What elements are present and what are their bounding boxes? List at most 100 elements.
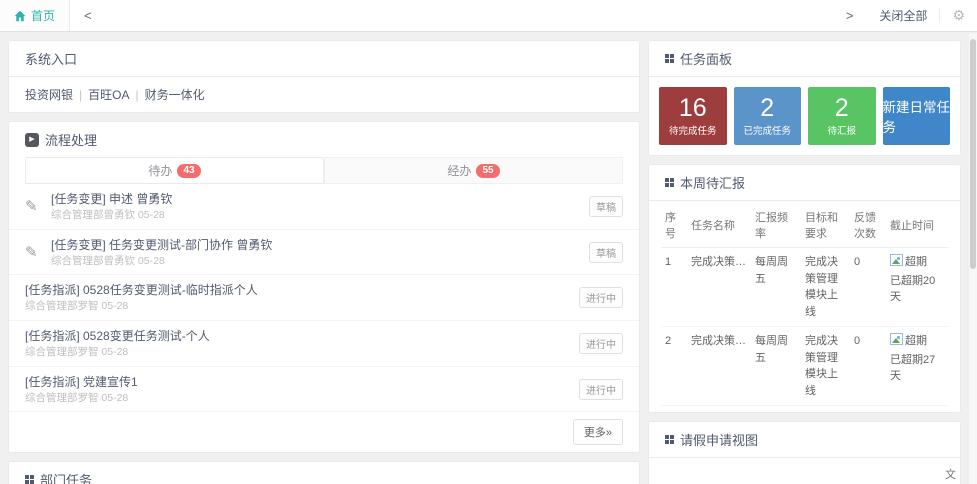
- process-item-meta: 综合管理部罗智 05-28: [25, 346, 129, 359]
- process-panel: ▶ 流程处理 待办 43 经办 55 ✎ [任务变更] 申述 曾勇钦 综合管理部…: [8, 121, 640, 454]
- tab-todo-label: 待办: [148, 164, 173, 178]
- tab-handled-label: 经办: [447, 164, 472, 178]
- process-icon: ▶: [25, 132, 39, 147]
- broken-image-icon: [890, 333, 903, 345]
- link-finance-integration[interactable]: 财务一体化: [145, 88, 205, 102]
- task-panel: 任务面板 16 待完成任务 2 已完成任务 2 待汇报 新建日常任务: [648, 40, 961, 156]
- tab-todo-badge: 43: [177, 163, 201, 178]
- cell-freq: 每周周五: [751, 247, 801, 327]
- scrollbar-thumb[interactable]: [970, 39, 976, 269]
- table-row[interactable]: 2 完成决策管理... 每周周五 完成决策管理模块上线 0 超期 已超期27天: [661, 326, 948, 406]
- scroll-tabs-right-button[interactable]: >: [832, 0, 868, 31]
- dept-tasks-header: 部门任务: [9, 462, 639, 484]
- tab-home-label: 首页: [31, 9, 56, 23]
- weekly-report-header: 本周待汇报: [649, 165, 960, 201]
- process-header: ▶ 流程处理: [9, 122, 639, 151]
- col-reason: 请假原因: [769, 460, 817, 484]
- cell-deadline: 超期 已超期20天: [886, 247, 948, 327]
- grid-icon: [25, 475, 34, 484]
- stat-box-pending[interactable]: 16 待完成任务: [659, 87, 727, 145]
- leave-view-panel: 请假申请视图 姓名 部门 请假原因 开始时间 结束时间 文件上传: [648, 421, 961, 484]
- system-entry-header: 系统入口: [9, 41, 639, 77]
- process-item-text: [任务指派] 0528任务变更测试-临时指派个人 综合管理部罗智 05-28: [25, 281, 579, 314]
- page-scrollbar[interactable]: [969, 33, 977, 484]
- leave-view-table: 姓名 部门 请假原因 开始时间 结束时间 文件上传 游晓军: [661, 460, 956, 484]
- process-list-item[interactable]: [任务指派] 0528任务变更测试-临时指派个人 综合管理部罗智 05-28 进…: [9, 275, 639, 322]
- table-row[interactable]: 1 完成决策管理... 每周周五 完成决策管理模块上线 0 超期 已超期20天: [661, 247, 948, 327]
- system-entry-title: 系统入口: [25, 52, 78, 67]
- stat-box-completed[interactable]: 2 已完成任务: [733, 87, 801, 145]
- leave-view-table-wrap: 姓名 部门 请假原因 开始时间 结束时间 文件上传 游晓军: [649, 458, 960, 484]
- cell-task: 完成决策管理...: [687, 326, 751, 406]
- home-icon: [14, 10, 26, 21]
- stat-pending-value: 16: [678, 93, 707, 122]
- weekly-report-table: 序号 任务名称 汇报频率 目标和要求 反馈次数 截止时间 1 完成决策管 每周周…: [661, 203, 948, 406]
- task-panel-title: 任务面板: [680, 52, 733, 67]
- more-button[interactable]: 更多»: [572, 419, 623, 446]
- process-item-status-button[interactable]: 进行中: [579, 378, 623, 400]
- col-goal: 目标和要求: [801, 203, 850, 248]
- leave-view-header: 请假申请视图: [649, 422, 960, 458]
- system-entry-panel: 系统入口 投资网银 | 百旺OA | 财务一体化: [8, 40, 640, 113]
- process-tabs: 待办 43 经办 55: [9, 157, 639, 184]
- process-list-item[interactable]: ✎ [任务变更] 任务变更测试-部门协作 曾勇钦 综合管理部曾勇钦 05-28 …: [9, 230, 639, 276]
- process-list-item[interactable]: [任务指派] 0528变更任务测试-个人 综合管理部罗智 05-28 进行中: [9, 321, 639, 367]
- overdue-cell: 超期 已超期27天: [890, 333, 944, 385]
- tab-home[interactable]: 首页: [0, 0, 71, 31]
- col-dept: 部门: [709, 460, 769, 484]
- col-task: 任务名称: [687, 203, 751, 248]
- link-separator: |: [135, 88, 139, 102]
- overdue-text: 已超期20天: [890, 274, 936, 304]
- overdue-text: 已超期27天: [890, 353, 936, 383]
- cell-feedback: 0: [850, 247, 886, 327]
- col-start: 开始时间: [817, 460, 879, 484]
- col-end: 结束时间: [879, 460, 941, 484]
- col-feedback: 反馈次数: [850, 203, 886, 248]
- weekly-report-panel: 本周待汇报 序号 任务名称 汇报频率 目标和要求 反馈次数 截止时间 1 完成决…: [648, 164, 961, 413]
- grid-icon: [665, 178, 674, 187]
- cell-no: 1: [661, 247, 687, 327]
- cell-feedback: 0: [850, 326, 886, 406]
- scroll-tabs-left-button[interactable]: <: [70, 0, 106, 31]
- top-tab-bar: 首页 < > 关闭全部 ⚙: [0, 0, 977, 32]
- process-item-text: [任务变更] 申述 曾勇钦 综合管理部曾勇钦 05-28: [51, 190, 589, 223]
- broken-image-icon: [890, 254, 903, 266]
- cell-freq: 每周周五: [751, 326, 801, 406]
- weekly-report-header-row: 序号 任务名称 汇报频率 目标和要求 反馈次数 截止时间: [661, 203, 948, 248]
- cell-no: 2: [661, 326, 687, 406]
- system-entry-links: 投资网银 | 百旺OA | 财务一体化: [9, 77, 639, 112]
- link-separator: |: [79, 88, 83, 102]
- process-list-item[interactable]: [任务指派] 党建宣传1 综合管理部罗智 05-28 进行中: [9, 367, 639, 413]
- process-item-title: [任务变更] 任务变更测试-部门协作 曾勇钦: [51, 237, 273, 252]
- process-item-text: [任务指派] 0528变更任务测试-个人 综合管理部罗智 05-28: [25, 327, 579, 360]
- process-item-status-button[interactable]: 草稿: [589, 195, 623, 217]
- process-footer: 更多»: [9, 412, 639, 452]
- grid-icon: [665, 435, 674, 444]
- pencil-icon: ✎: [25, 244, 38, 262]
- weekly-report-table-wrap: 序号 任务名称 汇报频率 目标和要求 反馈次数 截止时间 1 完成决策管 每周周…: [649, 201, 960, 412]
- stat-pending-label: 待完成任务: [668, 126, 717, 138]
- gear-icon[interactable]: ⚙: [940, 0, 977, 31]
- process-item-text: [任务指派] 党建宣传1 综合管理部罗智 05-28: [25, 373, 579, 406]
- process-item-title: [任务变更] 申述 曾勇钦: [51, 192, 173, 206]
- close-all-button[interactable]: 关闭全部: [867, 0, 939, 31]
- pencil-icon: ✎: [25, 198, 38, 216]
- leave-view-title: 请假申请视图: [680, 433, 759, 448]
- stat-box-to-report[interactable]: 2 待汇报: [808, 87, 876, 145]
- overdue-alt-text: 超期: [905, 335, 927, 347]
- col-deadline: 截止时间: [886, 203, 948, 248]
- process-item-meta: 综合管理部曾勇钦 05-28: [51, 254, 165, 267]
- tab-handled[interactable]: 经办 55: [324, 157, 623, 184]
- process-item-status-button[interactable]: 进行中: [579, 287, 623, 309]
- process-item-status-button[interactable]: 草稿: [589, 241, 623, 263]
- tab-handled-badge: 55: [476, 163, 500, 178]
- right-column: 任务面板 16 待完成任务 2 已完成任务 2 待汇报 新建日常任务 本周待汇报…: [648, 40, 961, 484]
- process-list-item[interactable]: ✎ [任务变更] 申述 曾勇钦 综合管理部曾勇钦 05-28 草稿: [9, 184, 639, 230]
- new-daily-task-button[interactable]: 新建日常任务: [882, 87, 950, 145]
- process-item-status-button[interactable]: 进行中: [579, 332, 623, 354]
- link-invest-bank[interactable]: 投资网银: [25, 88, 73, 102]
- col-name: 姓名: [661, 460, 709, 484]
- process-item-title: [任务指派] 0528任务变更测试-临时指派个人: [25, 283, 258, 298]
- link-baiwang-oa[interactable]: 百旺OA: [88, 88, 129, 102]
- tab-todo[interactable]: 待办 43: [25, 157, 324, 184]
